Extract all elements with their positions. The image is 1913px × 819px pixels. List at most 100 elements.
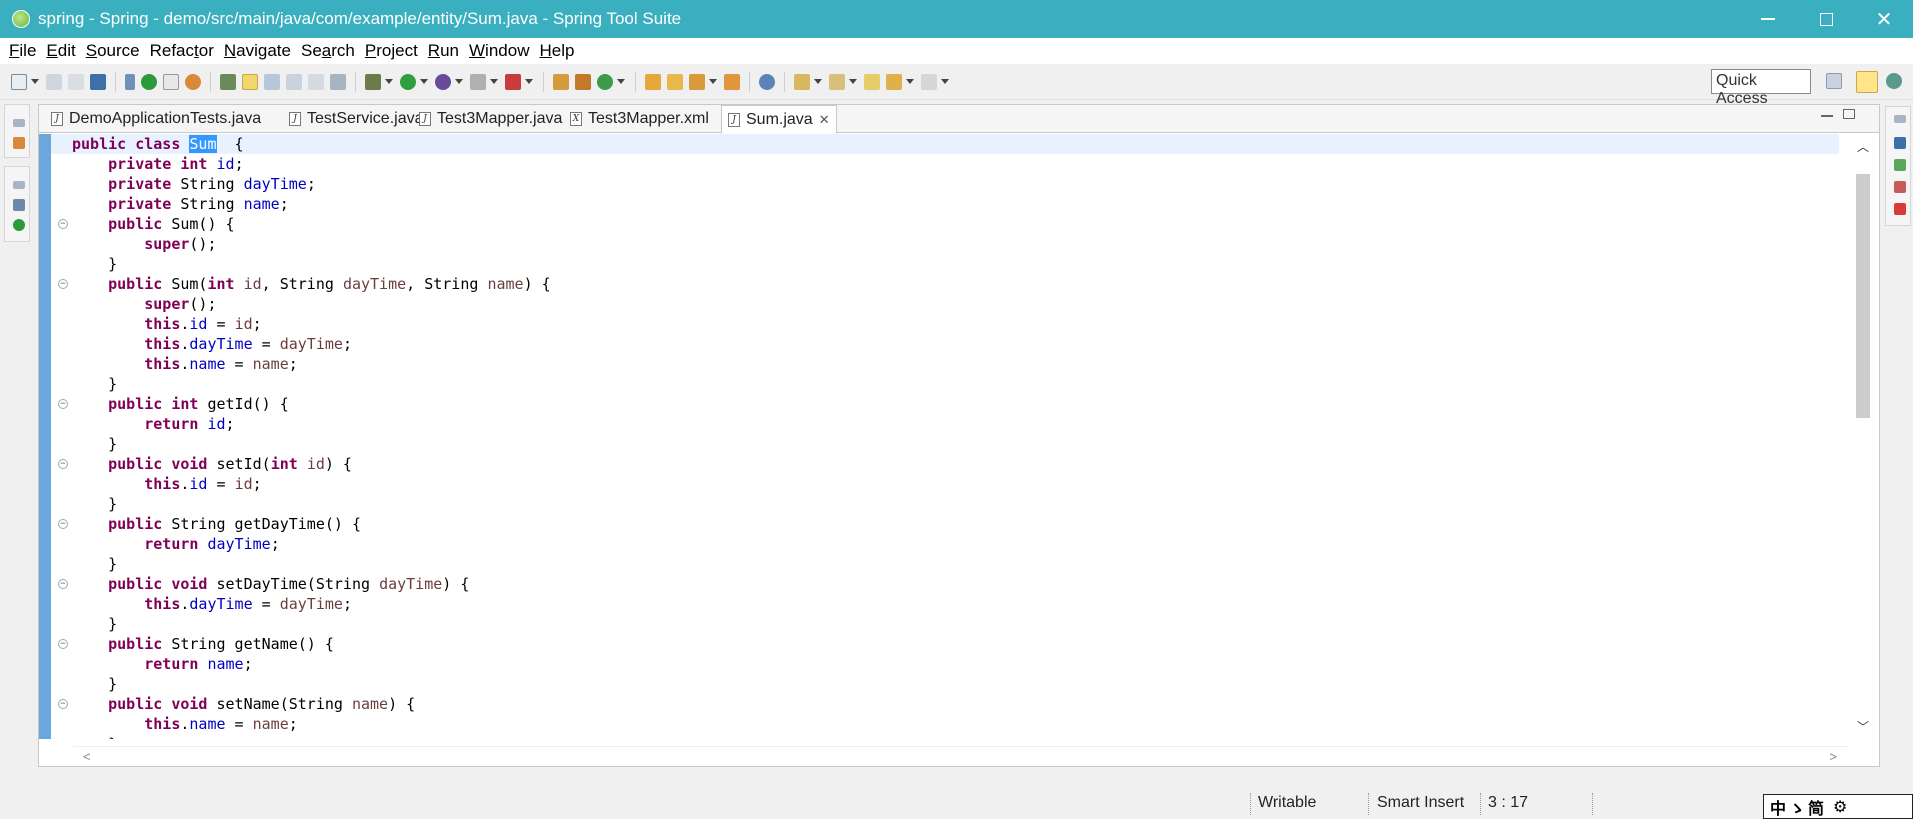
menu-file[interactable]: File [4,41,41,61]
new-icon[interactable] [11,73,27,90]
external-tools-dropdown-icon[interactable] [525,79,533,84]
spring-perspective-icon[interactable] [1856,71,1878,93]
code-line[interactable]: this.id = id; [72,474,261,494]
code-line[interactable]: } [72,674,117,694]
collapse-icon[interactable]: − [58,699,68,709]
resource-dropdown-icon[interactable] [709,79,717,84]
menu-search[interactable]: Search [296,41,360,61]
code-line[interactable]: } [72,374,117,394]
close-button[interactable]: ✕ [1855,0,1913,38]
new-dropdown-icon[interactable] [31,79,39,84]
external-tools-icon[interactable] [505,73,521,90]
debug-perspective-icon[interactable] [1886,73,1902,89]
code-line[interactable]: public class Sum { [51,134,1839,154]
menu-run[interactable]: Run [423,41,464,61]
collapse-icon[interactable]: − [58,459,68,469]
maximize-button[interactable] [1797,0,1855,38]
open-type-icon[interactable] [163,73,179,90]
open-perspective-icon[interactable] [1826,73,1842,89]
code-line[interactable]: this.name = name; [72,714,298,734]
save-all-icon[interactable] [68,73,84,90]
code-line[interactable]: private String dayTime; [72,174,316,194]
scrollbar-thumb[interactable] [1856,174,1870,418]
collapse-icon[interactable]: − [58,579,68,589]
scroll-up-icon[interactable]: ︿ [1857,138,1869,155]
code-line[interactable]: public int getId() { [72,394,289,414]
minimize-panel-icon[interactable] [1821,111,1833,117]
code-line[interactable]: } [72,554,117,574]
restore-icon[interactable] [13,181,25,189]
search-icon[interactable] [220,73,236,90]
code-line[interactable]: return dayTime; [72,534,279,554]
back-icon[interactable] [886,73,902,90]
tasks-icon[interactable] [1894,159,1906,171]
scroll-left-icon[interactable]: < [83,749,91,764]
collapse-icon[interactable]: − [58,519,68,529]
code-line[interactable]: public void setName(String name) { [72,694,415,714]
show-whitespace-icon[interactable] [308,73,324,90]
run-icon[interactable] [400,73,416,90]
back-dropdown-icon[interactable] [906,79,914,84]
menu-navigate[interactable]: Navigate [219,41,296,61]
code-line[interactable]: private String name; [72,194,289,214]
problems-icon[interactable] [1894,181,1906,193]
open-folder-icon[interactable] [645,73,661,90]
collapse-icon[interactable]: − [58,639,68,649]
code-line[interactable]: } [72,494,117,514]
collapse-icon[interactable]: − [58,399,68,409]
scroll-down-icon[interactable]: ﹀ [1857,718,1869,735]
close-tab-icon[interactable]: ✕ [819,112,830,128]
ime-toolbar[interactable]: 中ゝ简 ⚙ [1763,794,1913,819]
menu-project[interactable]: Project [360,41,423,61]
code-line[interactable]: public Sum() { [72,214,234,234]
minimize-button[interactable] [1739,0,1797,38]
menu-refactor[interactable]: Refactor [145,41,219,61]
scroll-right-icon[interactable]: > [1829,749,1837,764]
open-task-icon[interactable] [667,73,683,90]
stop-icon[interactable] [470,73,486,90]
next-annotation-icon[interactable] [794,73,810,90]
mark-occurrences-icon[interactable] [242,73,258,90]
editor-tab[interactable]: J Test3Mapper.java [419,105,562,133]
quick-access-input[interactable]: Quick Access [1711,69,1811,107]
code-line[interactable]: super(); [72,294,216,314]
code-line[interactable]: } [72,434,117,454]
code-line[interactable]: this.dayTime = dayTime; [72,334,352,354]
vertical-scrollbar[interactable]: ︿ ﹀ [1847,134,1879,739]
code-line[interactable]: public void setDayTime(String dayTime) { [72,574,469,594]
toggle-block-icon[interactable] [286,73,302,90]
code-line[interactable]: this.dayTime = dayTime; [72,594,352,614]
outline-icon[interactable] [1894,137,1906,149]
menu-source[interactable]: Source [81,41,145,61]
code-line[interactable]: this.id = id; [72,314,261,334]
menu-help[interactable]: Help [534,41,579,61]
code-line[interactable]: return name; [72,654,252,674]
code-line[interactable]: public void setId(int id) { [72,454,352,474]
collapse-icon[interactable]: − [58,219,68,229]
run-dropdown-icon[interactable] [420,79,428,84]
skip-breakpoints-icon[interactable] [125,73,135,90]
maximize-panel-icon[interactable] [1843,109,1855,119]
new-package-icon[interactable] [575,73,591,90]
stop-dropdown-icon[interactable] [490,79,498,84]
editor-tab[interactable]: X Test3Mapper.xml [570,105,709,133]
task-icon[interactable] [724,73,740,90]
horizontal-scrollbar[interactable]: < > [73,746,1849,766]
open-resource-icon[interactable] [689,73,705,90]
forward-icon[interactable] [921,73,937,90]
debug-icon[interactable] [365,73,381,90]
debug-dropdown-icon[interactable] [385,79,393,84]
code-line[interactable]: } [72,254,117,274]
editor-tab[interactable]: J Sum.java ✕ [721,105,837,134]
toggle-highlight-icon[interactable] [264,73,280,90]
globe-icon[interactable] [759,73,775,90]
new-class-icon[interactable] [597,73,613,90]
previous-annotation-dropdown-icon[interactable] [849,79,857,84]
code-line[interactable]: return id; [72,414,234,434]
new-class-dropdown-icon[interactable] [617,79,625,84]
boot-dashboard-icon[interactable] [13,219,25,231]
new-java-project-icon[interactable] [553,73,569,90]
menu-edit[interactable]: Edit [41,41,80,61]
package-explorer-icon[interactable] [13,137,25,149]
terminal-icon[interactable] [90,73,106,90]
